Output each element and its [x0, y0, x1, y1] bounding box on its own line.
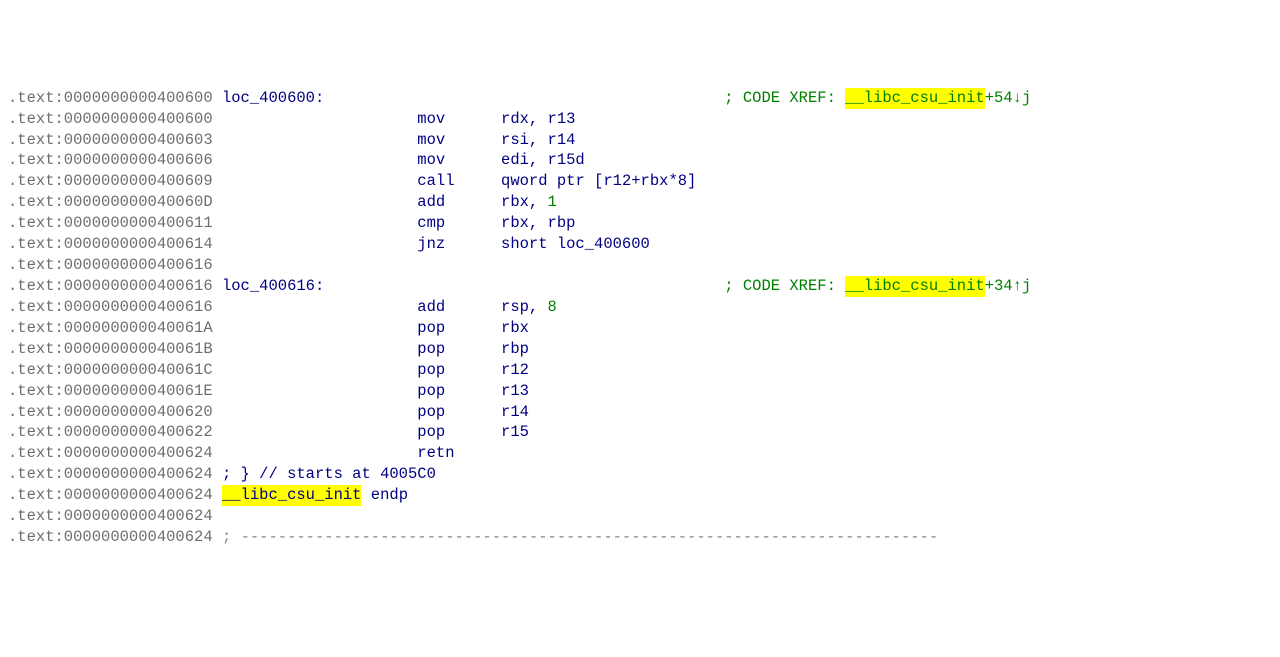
disasm-line[interactable]: .text:000000000040061E pop r13 — [8, 381, 1272, 402]
disasm-line[interactable]: .text:000000000040061A pop rbx — [8, 318, 1272, 339]
disasm-line[interactable]: .text:0000000000400624 ; ---------------… — [8, 527, 1272, 548]
disasm-line[interactable]: .text:000000000040060D add rbx, 1 — [8, 192, 1272, 213]
address: .text:0000000000400624 — [8, 485, 213, 506]
mnemonic: add — [417, 192, 445, 213]
address: .text:0000000000400616 — [8, 276, 213, 297]
xref-link[interactable]: __libc_csu_init — [845, 88, 985, 109]
mnemonic: pop — [417, 360, 445, 381]
disasm-line[interactable]: .text:0000000000400624 — [8, 506, 1272, 527]
xref-offset: +54↓j — [985, 88, 1032, 109]
comment: ; } // starts at 4005C0 — [222, 464, 436, 485]
disassembly-listing: .text:0000000000400600 loc_400600: ; COD… — [8, 88, 1272, 548]
address: .text:000000000040061B — [8, 339, 213, 360]
operands: r12 — [501, 360, 529, 381]
address: .text:0000000000400624 — [8, 527, 213, 548]
operands: rbx, rbp — [501, 213, 575, 234]
disasm-line[interactable]: .text:000000000040061C pop r12 — [8, 360, 1272, 381]
disasm-line[interactable]: .text:000000000040061B pop rbp — [8, 339, 1272, 360]
address: .text:0000000000400614 — [8, 234, 213, 255]
separator: ; — [222, 527, 241, 548]
mnemonic: retn — [417, 443, 454, 464]
mnemonic: mov — [417, 109, 445, 130]
mnemonic: pop — [417, 318, 445, 339]
address: .text:0000000000400609 — [8, 171, 213, 192]
mnemonic: pop — [417, 381, 445, 402]
mnemonic: mov — [417, 130, 445, 151]
address: .text:0000000000400624 — [8, 443, 213, 464]
address: .text:0000000000400600 — [8, 88, 213, 109]
disasm-line[interactable]: .text:0000000000400616 add rsp, 8 — [8, 297, 1272, 318]
disasm-line[interactable]: .text:0000000000400620 pop r14 — [8, 402, 1272, 423]
address: .text:0000000000400616 — [8, 297, 213, 318]
address: .text:0000000000400600 — [8, 109, 213, 130]
operands: edi, r15d — [501, 150, 585, 171]
immediate: 1 — [548, 192, 557, 213]
mnemonic: cmp — [417, 213, 445, 234]
address: .text:0000000000400620 — [8, 402, 213, 423]
mnemonic: jnz — [417, 234, 445, 255]
address: .text:000000000040061A — [8, 318, 213, 339]
disasm-line[interactable]: .text:0000000000400603 mov rsi, r14 — [8, 130, 1272, 151]
disasm-line[interactable]: .text:0000000000400609 call qword ptr [r… — [8, 171, 1272, 192]
address: .text:0000000000400603 — [8, 130, 213, 151]
endp-keyword: endp — [361, 485, 408, 506]
operands: short loc_400600 — [501, 234, 650, 255]
address: .text:0000000000400611 — [8, 213, 213, 234]
mnemonic: add — [417, 297, 445, 318]
xref-offset: +34↑j — [985, 276, 1032, 297]
mnemonic: pop — [417, 339, 445, 360]
operand: rsp, — [501, 297, 548, 318]
disasm-line[interactable]: .text:0000000000400624 retn — [8, 443, 1272, 464]
disasm-line[interactable]: .text:0000000000400600 loc_400600: ; COD… — [8, 88, 1272, 109]
address: .text:0000000000400616 — [8, 255, 213, 276]
disasm-line[interactable]: .text:0000000000400624 ; } // starts at … — [8, 464, 1272, 485]
proc-name[interactable]: __libc_csu_init — [222, 485, 362, 506]
mnemonic: pop — [417, 402, 445, 423]
address: .text:0000000000400622 — [8, 422, 213, 443]
disasm-line[interactable]: .text:0000000000400611 cmp rbx, rbp — [8, 213, 1272, 234]
disasm-line[interactable]: .text:0000000000400624 __libc_csu_init e… — [8, 485, 1272, 506]
code-label[interactable]: loc_400600: — [222, 88, 324, 109]
mnemonic: call — [417, 171, 454, 192]
separator-dashes: ----------------------------------------… — [241, 527, 939, 548]
operands: rbp — [501, 339, 529, 360]
address: .text:000000000040061E — [8, 381, 213, 402]
disasm-line[interactable]: .text:0000000000400622 pop r15 — [8, 422, 1272, 443]
xref-link[interactable]: __libc_csu_init — [845, 276, 985, 297]
disasm-line[interactable]: .text:0000000000400600 mov rdx, r13 — [8, 109, 1272, 130]
operands: rsi, r14 — [501, 130, 575, 151]
address: .text:0000000000400624 — [8, 464, 213, 485]
xref-prefix: ; CODE XREF: — [724, 88, 845, 109]
operands: r14 — [501, 402, 529, 423]
operands: rbx — [501, 318, 529, 339]
operands: r15 — [501, 422, 529, 443]
operands: rdx, r13 — [501, 109, 575, 130]
address: .text:000000000040061C — [8, 360, 213, 381]
address: .text:0000000000400606 — [8, 150, 213, 171]
operand: rbx, — [501, 192, 548, 213]
mnemonic: pop — [417, 422, 445, 443]
immediate: 8 — [548, 297, 557, 318]
disasm-line[interactable]: .text:0000000000400606 mov edi, r15d — [8, 150, 1272, 171]
mnemonic: mov — [417, 150, 445, 171]
address: .text:000000000040060D — [8, 192, 213, 213]
address: .text:0000000000400624 — [8, 506, 213, 527]
disasm-line[interactable]: .text:0000000000400614 jnz short loc_400… — [8, 234, 1272, 255]
xref-prefix: ; CODE XREF: — [724, 276, 845, 297]
disasm-line[interactable]: .text:0000000000400616 loc_400616: ; COD… — [8, 276, 1272, 297]
operands: qword ptr [r12+rbx*8] — [501, 171, 696, 192]
disasm-line[interactable]: .text:0000000000400616 — [8, 255, 1272, 276]
operands: r13 — [501, 381, 529, 402]
code-label[interactable]: loc_400616: — [222, 276, 324, 297]
